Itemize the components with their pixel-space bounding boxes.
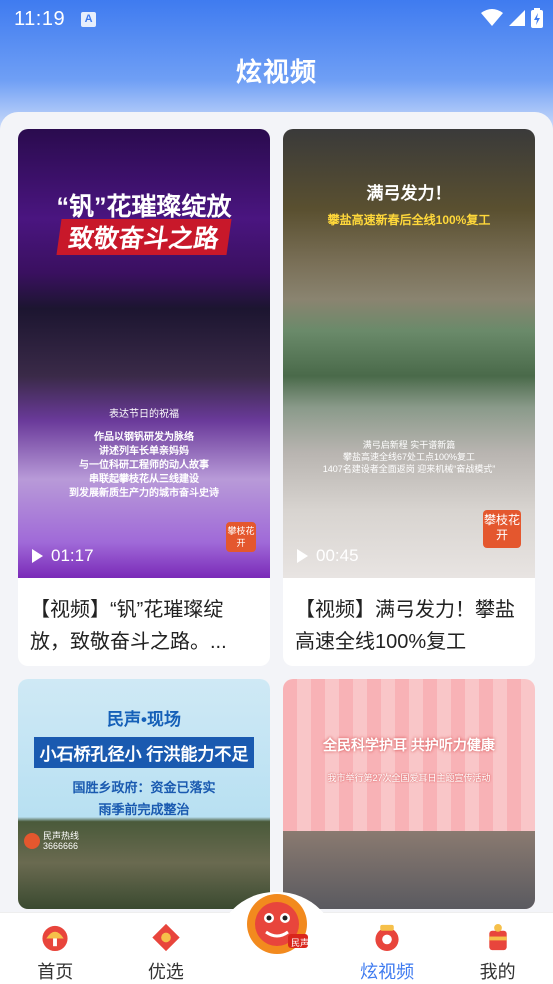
phone-icon <box>24 833 40 849</box>
signal-icon <box>509 10 525 26</box>
overlay-caption: 表达节日的祝福 <box>109 409 179 420</box>
overlay-text: 满弓启新程 实干谱新篇 攀盐高速全线67处工点100%复工 1407名建设者全面… <box>283 439 535 475</box>
overlay-line: 国胜乡政府：资金已落实 <box>72 780 216 795</box>
channel-logo: 攀枝花开 <box>226 522 256 552</box>
page-title: 炫视频 <box>235 57 317 87</box>
duration-text: 01:17 <box>51 546 94 565</box>
mascot-label: 民声 <box>291 938 310 948</box>
overlay-line: 与一位科研工程师的动人故事 <box>79 460 209 471</box>
profile-icon <box>488 923 507 951</box>
overlay-line: 1407名建设者全面返岗 迎来机械“奋战模式” <box>322 464 496 474</box>
status-icons <box>481 8 543 28</box>
tab-label: 首页 <box>37 962 74 982</box>
overlay-title: 满弓发力！ <box>366 184 452 203</box>
hotline-label: 民声热线 <box>43 831 80 841</box>
tab-label: 我的 <box>479 962 516 982</box>
tab-label: 炫视频 <box>360 962 415 982</box>
overlay-line: 讲述列车长单亲妈妈 <box>99 446 189 457</box>
tab-label: 优选 <box>147 962 184 982</box>
overlay-text: 作品以钢钒研发为脉络 讲述列车长单亲妈妈 与一位科研工程师的动人故事 串联起攀枝… <box>18 431 270 501</box>
overlay-subtitle: 我市举行第27次全国爱耳日主题宣传活动 <box>327 773 491 783</box>
video-duration: 00:45 <box>297 546 359 566</box>
overlay-subtitle: 致敬奋斗之路 <box>56 219 232 255</box>
tab-video[interactable]: 炫视频 <box>332 913 443 984</box>
video-card[interactable]: 民声•现场 小石桥孔径小 行洪能力不足 国胜乡政府：资金已落实 雨季前完成整治 … <box>18 679 270 909</box>
video-title[interactable]: 【视频】“钒”花璀璨绽放，致敬奋斗之路。... <box>18 578 270 666</box>
video-scene <box>283 831 535 909</box>
home-icon <box>42 925 68 952</box>
overlay-line: 串联起攀枝花从三线建设 <box>89 474 199 485</box>
video-icon <box>375 924 399 952</box>
hotline-number: 3666666 <box>43 841 79 851</box>
mascot-button[interactable]: 民声 <box>242 886 312 958</box>
overlay-title-banner: 致敬奋斗之路 <box>18 219 270 255</box>
video-thumbnail[interactable]: 全民科学护耳 共护听力健康 我市举行第27次全国爱耳日主题宣传活动 <box>283 679 535 909</box>
video-card[interactable]: 全民科学护耳 共护听力健康 我市举行第27次全国爱耳日主题宣传活动 <box>283 679 535 909</box>
channel-logo: 攀枝花开 <box>483 510 521 548</box>
video-card[interactable]: 满弓发力！ 攀盐高速新春后全线100%复工 满弓启新程 实干谱新篇 攀盐高速全线… <box>283 129 535 666</box>
play-icon <box>297 549 308 563</box>
video-thumbnail[interactable]: 民声•现场 小石桥孔径小 行洪能力不足 国胜乡政府：资金已落实 雨季前完成整治 … <box>18 679 270 909</box>
overlay-title: 民声•现场 <box>107 710 181 729</box>
play-icon <box>32 549 43 563</box>
duration-text: 00:45 <box>316 546 359 565</box>
status-time: 11:19 <box>14 7 66 30</box>
overlay-line: 攀盐高速全线67处工点100%复工 <box>342 452 476 462</box>
overlay-banner: 小石桥孔径小 行洪能力不足 <box>18 737 270 768</box>
battery-icon <box>531 8 543 28</box>
tab-profile[interactable]: 我的 <box>442 913 553 984</box>
overlay-title: “钒”花璀璨绽放 <box>56 193 232 221</box>
notification-icon: A <box>81 11 97 27</box>
selected-icon <box>152 923 180 952</box>
overlay-subtitle: 攀盐高速新春后全线100%复工 <box>327 213 491 227</box>
wifi-icon <box>481 9 503 26</box>
video-feed[interactable]: “钒”花璀璨绽放 致敬奋斗之路 表达节日的祝福 作品以钢钒研发为脉络 讲述列车长… <box>0 112 553 922</box>
overlay-line: 到发展新质生产力的城市奋斗史诗 <box>69 488 219 499</box>
overlay-line: 作品以钢钒研发为脉络 <box>94 432 194 443</box>
video-title[interactable]: 【视频】满弓发力！攀盐高速全线100%复工 <box>283 578 535 666</box>
tab-home[interactable]: 首页 <box>0 913 111 984</box>
status-bar: 11:19 A <box>0 0 553 38</box>
overlay-title: 全民科学护耳 共护听力健康 <box>323 737 495 753</box>
overlay-line: 满弓启新程 实干谱新篇 <box>362 440 456 450</box>
video-thumbnail[interactable]: 满弓发力！ 攀盐高速新春后全线100%复工 满弓启新程 实干谱新篇 攀盐高速全线… <box>283 129 535 578</box>
video-duration: 01:17 <box>32 546 94 566</box>
video-card[interactable]: “钒”花璀璨绽放 致敬奋斗之路 表达节日的祝福 作品以钢钒研发为脉络 讲述列车长… <box>18 129 270 666</box>
overlay-subtitle: 小石桥孔径小 行洪能力不足 <box>33 737 255 768</box>
hotline-tag: 民声热线 3666666 <box>24 831 79 851</box>
tab-selected[interactable]: 优选 <box>111 913 222 984</box>
overlay-line: 雨季前完成整治 <box>98 802 190 817</box>
video-thumbnail[interactable]: “钒”花璀璨绽放 致敬奋斗之路 表达节日的祝福 作品以钢钒研发为脉络 讲述列车长… <box>18 129 270 578</box>
overlay-text: 国胜乡政府：资金已落实 雨季前完成整治 <box>18 777 270 821</box>
hotline-text: 民声热线 3666666 <box>43 831 79 851</box>
